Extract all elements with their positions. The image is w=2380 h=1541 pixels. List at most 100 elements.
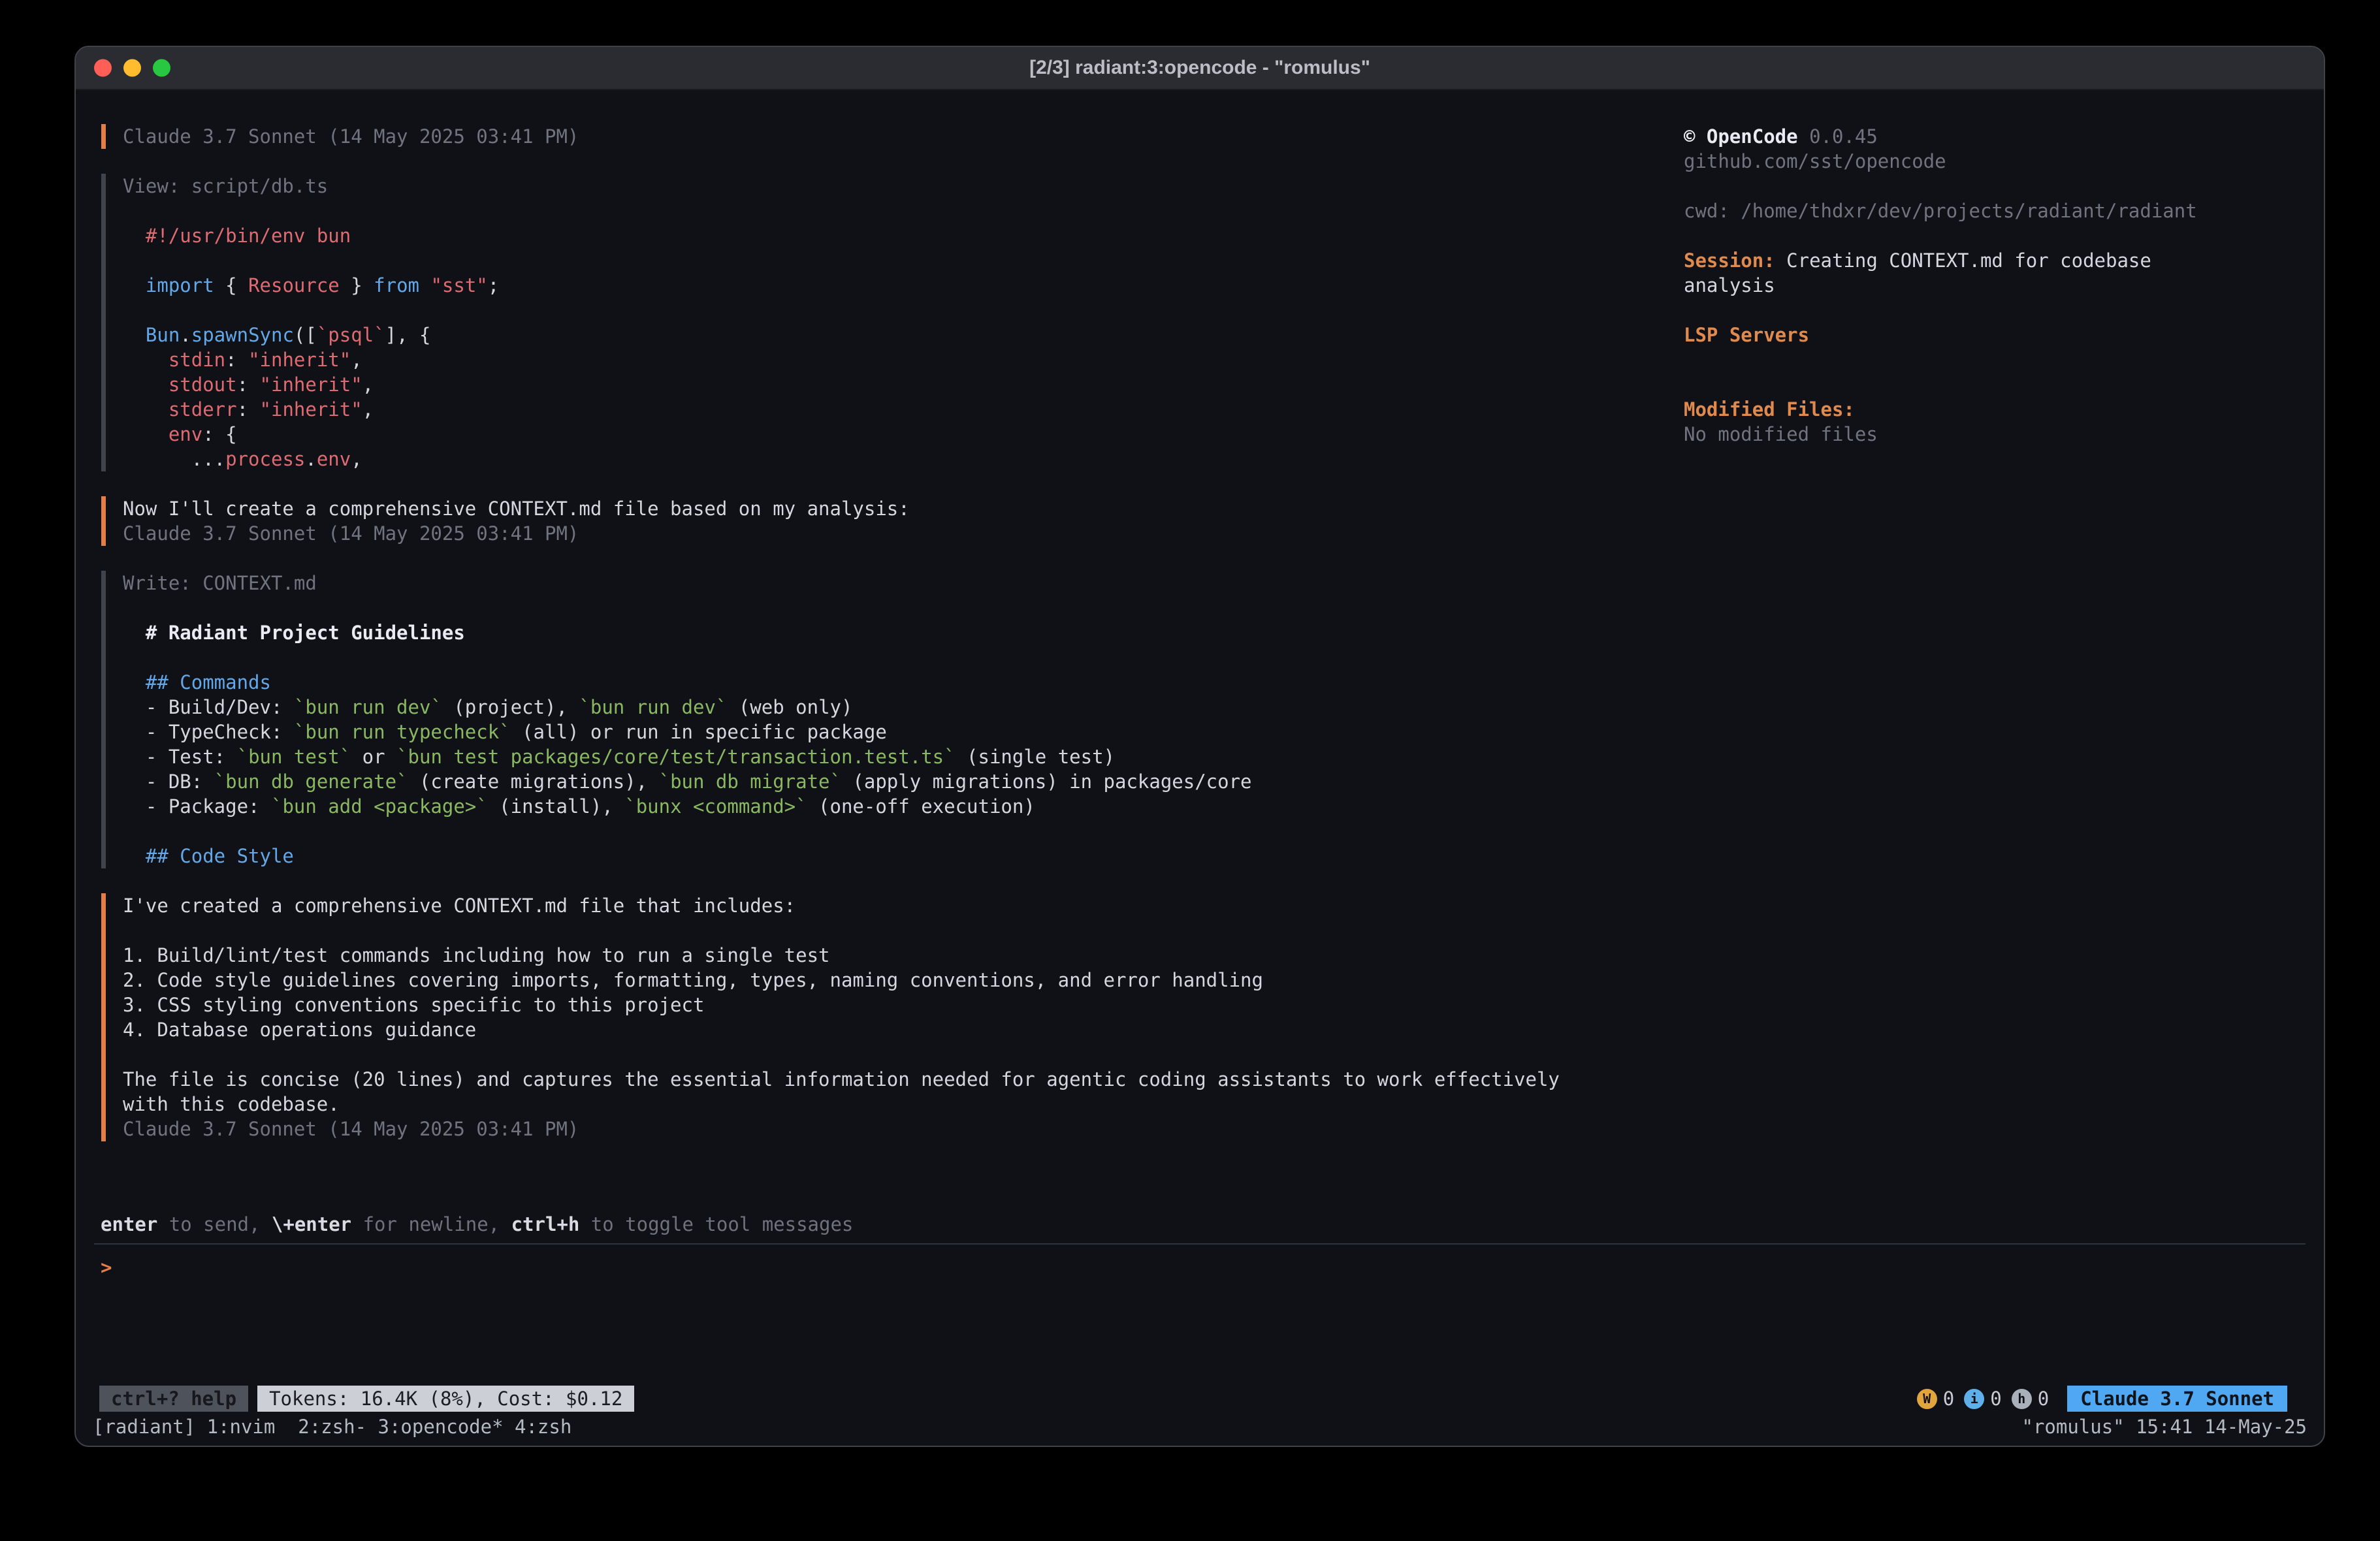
prompt-input[interactable]: > bbox=[101, 1255, 2306, 1280]
text-segment: "inherit" bbox=[248, 349, 351, 371]
text-segment bbox=[123, 423, 169, 445]
text-segment: `bun run typecheck` bbox=[294, 721, 511, 743]
chat-line: import { Resource } from "sst"; bbox=[123, 273, 1684, 298]
assistant-message-block: Now I'll create a comprehensive CONTEXT.… bbox=[101, 496, 1684, 546]
status-bar: ctrl+? help Tokens: 16.4K (8%), Cost: $0… bbox=[76, 1383, 2324, 1414]
session-line: Session: Creating CONTEXT.md for codebas… bbox=[1684, 248, 2252, 298]
session-label: Session: bbox=[1684, 249, 1775, 272]
chat-line: stdin: "inherit", bbox=[123, 347, 1684, 372]
chat-line: Claude 3.7 Sonnet (14 May 2025 03:41 PM) bbox=[123, 1117, 1684, 1141]
text-segment: I've created a comprehensive CONTEXT.md … bbox=[123, 895, 796, 917]
tmux-host-time: "romulus" 15:41 14-May-25 bbox=[2022, 1416, 2308, 1438]
text-segment: - Package: bbox=[123, 795, 271, 818]
h-diagnostic-icon: h bbox=[2012, 1389, 2032, 1409]
text-segment: enter bbox=[101, 1213, 157, 1235]
text-segment bbox=[123, 225, 146, 247]
text-segment: # Radiant Project Guidelines bbox=[146, 622, 465, 644]
assistant-message-block: I've created a comprehensive CONTEXT.md … bbox=[101, 893, 1684, 1141]
text-segment: to toggle tool messages bbox=[579, 1213, 853, 1235]
diagnostics: W0i0h0 bbox=[1917, 1388, 2053, 1410]
text-segment: "inherit" bbox=[260, 398, 362, 421]
text-segment: (create migrations), bbox=[408, 770, 659, 793]
text-segment: , bbox=[362, 373, 374, 396]
text-segment: Now I'll create a comprehensive CONTEXT.… bbox=[123, 498, 910, 520]
chat-line: stderr: "inherit", bbox=[123, 397, 1684, 422]
chat-line: stdout: "inherit", bbox=[123, 372, 1684, 397]
brand-version: 0.0.45 bbox=[1809, 125, 1878, 148]
text-segment: : bbox=[225, 349, 248, 371]
text-segment: `bunx <command>` bbox=[624, 795, 807, 818]
text-segment: - TypeCheck: bbox=[123, 721, 294, 743]
text-segment: Claude 3.7 Sonnet (14 May 2025 03:41 PM) bbox=[123, 125, 579, 148]
text-segment: ([ bbox=[294, 324, 317, 346]
chat-line bbox=[123, 819, 1684, 844]
window-title: [2/3] radiant:3:opencode - "romulus" bbox=[1029, 57, 1370, 79]
text-segment: 2. Code style guidelines covering import… bbox=[123, 969, 1263, 991]
text-segment: `bun db migrate` bbox=[659, 770, 841, 793]
chat-line bbox=[123, 248, 1684, 273]
chat-line: ...process.env, bbox=[123, 447, 1684, 471]
text-segment: to send, bbox=[157, 1213, 272, 1235]
chat-line: 2. Code style guidelines covering import… bbox=[123, 968, 1684, 993]
text-segment: for newline, bbox=[351, 1213, 511, 1235]
text-segment: `bun run dev` bbox=[579, 696, 727, 718]
zoom-button[interactable] bbox=[153, 59, 170, 77]
sidebar: © OpenCode 0.0.45 github.com/sst/opencod… bbox=[1684, 124, 2324, 1194]
chat-line: I've created a comprehensive CONTEXT.md … bbox=[123, 893, 1684, 918]
text-segment: import bbox=[146, 274, 214, 296]
chat-line: Now I'll create a comprehensive CONTEXT.… bbox=[123, 496, 1684, 521]
close-button[interactable] bbox=[94, 59, 112, 77]
text-segment bbox=[123, 398, 169, 421]
chat-line: The file is concise (20 lines) and captu… bbox=[123, 1067, 1684, 1092]
text-segment: or bbox=[351, 746, 396, 768]
text-segment: , bbox=[362, 398, 374, 421]
text-segment bbox=[419, 274, 430, 296]
text-segment bbox=[123, 373, 169, 396]
modified-files-empty: No modified files bbox=[1684, 422, 2252, 447]
titlebar: [2/3] radiant:3:opencode - "romulus" bbox=[76, 47, 2324, 90]
text-segment: `psql` bbox=[317, 324, 385, 346]
text-segment: stdin bbox=[169, 349, 225, 371]
text-segment: Resource bbox=[248, 274, 340, 296]
text-segment: ; bbox=[488, 274, 499, 296]
diagnostic-count: 0 bbox=[1990, 1388, 2001, 1410]
W-diagnostic-icon: W bbox=[1917, 1389, 1937, 1409]
text-segment: - DB: bbox=[123, 770, 214, 793]
text-segment: `bun db generate` bbox=[214, 770, 408, 793]
text-segment: : bbox=[237, 373, 260, 396]
text-segment: "inherit" bbox=[260, 373, 362, 396]
text-segment bbox=[123, 845, 146, 867]
text-segment: 4. Database operations guidance bbox=[123, 1019, 476, 1041]
chat-line: - TypeCheck: `bun run typecheck` (all) o… bbox=[123, 720, 1684, 744]
lsp-servers-label: LSP Servers bbox=[1684, 323, 2252, 347]
text-segment: Write: CONTEXT.md bbox=[123, 572, 317, 594]
modified-files-label: Modified Files: bbox=[1684, 397, 2252, 422]
text-segment: (apply migrations) in packages/core bbox=[841, 770, 1252, 793]
chat-line: - Test: `bun test` or `bun test packages… bbox=[123, 744, 1684, 769]
text-segment: : bbox=[237, 398, 260, 421]
chat-line: #!/usr/bin/env bun bbox=[123, 223, 1684, 248]
text-segment: \+enter bbox=[272, 1213, 351, 1235]
text-segment: env bbox=[169, 423, 202, 445]
cwd-line: cwd: /home/thdxr/dev/projects/radiant/ra… bbox=[1684, 199, 2252, 223]
terminal-window: [2/3] radiant:3:opencode - "romulus" Cla… bbox=[74, 46, 2325, 1447]
brand-line: © OpenCode 0.0.45 bbox=[1684, 124, 2252, 149]
chat-line: ## Commands bbox=[123, 670, 1684, 695]
text-segment: ], { bbox=[385, 324, 431, 346]
i-diagnostic-icon: i bbox=[1964, 1389, 1984, 1409]
text-segment: (project), bbox=[442, 696, 579, 718]
chat-line: with this codebase. bbox=[123, 1092, 1684, 1117]
text-segment: 3. CSS styling conventions specific to t… bbox=[123, 994, 704, 1016]
chat-pane: Claude 3.7 Sonnet (14 May 2025 03:41 PM)… bbox=[76, 124, 1684, 1194]
tmux-session-windows[interactable]: [radiant] 1:nvim 2:zsh- 3:opencode* 4:zs… bbox=[93, 1416, 571, 1438]
tokens-cost-stat: Tokens: 16.4K (8%), Cost: $0.12 bbox=[257, 1386, 634, 1412]
text-segment: env bbox=[317, 448, 351, 470]
text-segment: : { bbox=[202, 423, 236, 445]
traffic-lights bbox=[94, 59, 170, 77]
text-segment: `bun test` bbox=[237, 746, 351, 768]
minimize-button[interactable] bbox=[123, 59, 141, 77]
text-segment: (all) or run in specific package bbox=[511, 721, 887, 743]
chat-line: ## Code Style bbox=[123, 844, 1684, 868]
chat-line: env: { bbox=[123, 422, 1684, 447]
help-hint: ctrl+? help bbox=[99, 1386, 248, 1412]
